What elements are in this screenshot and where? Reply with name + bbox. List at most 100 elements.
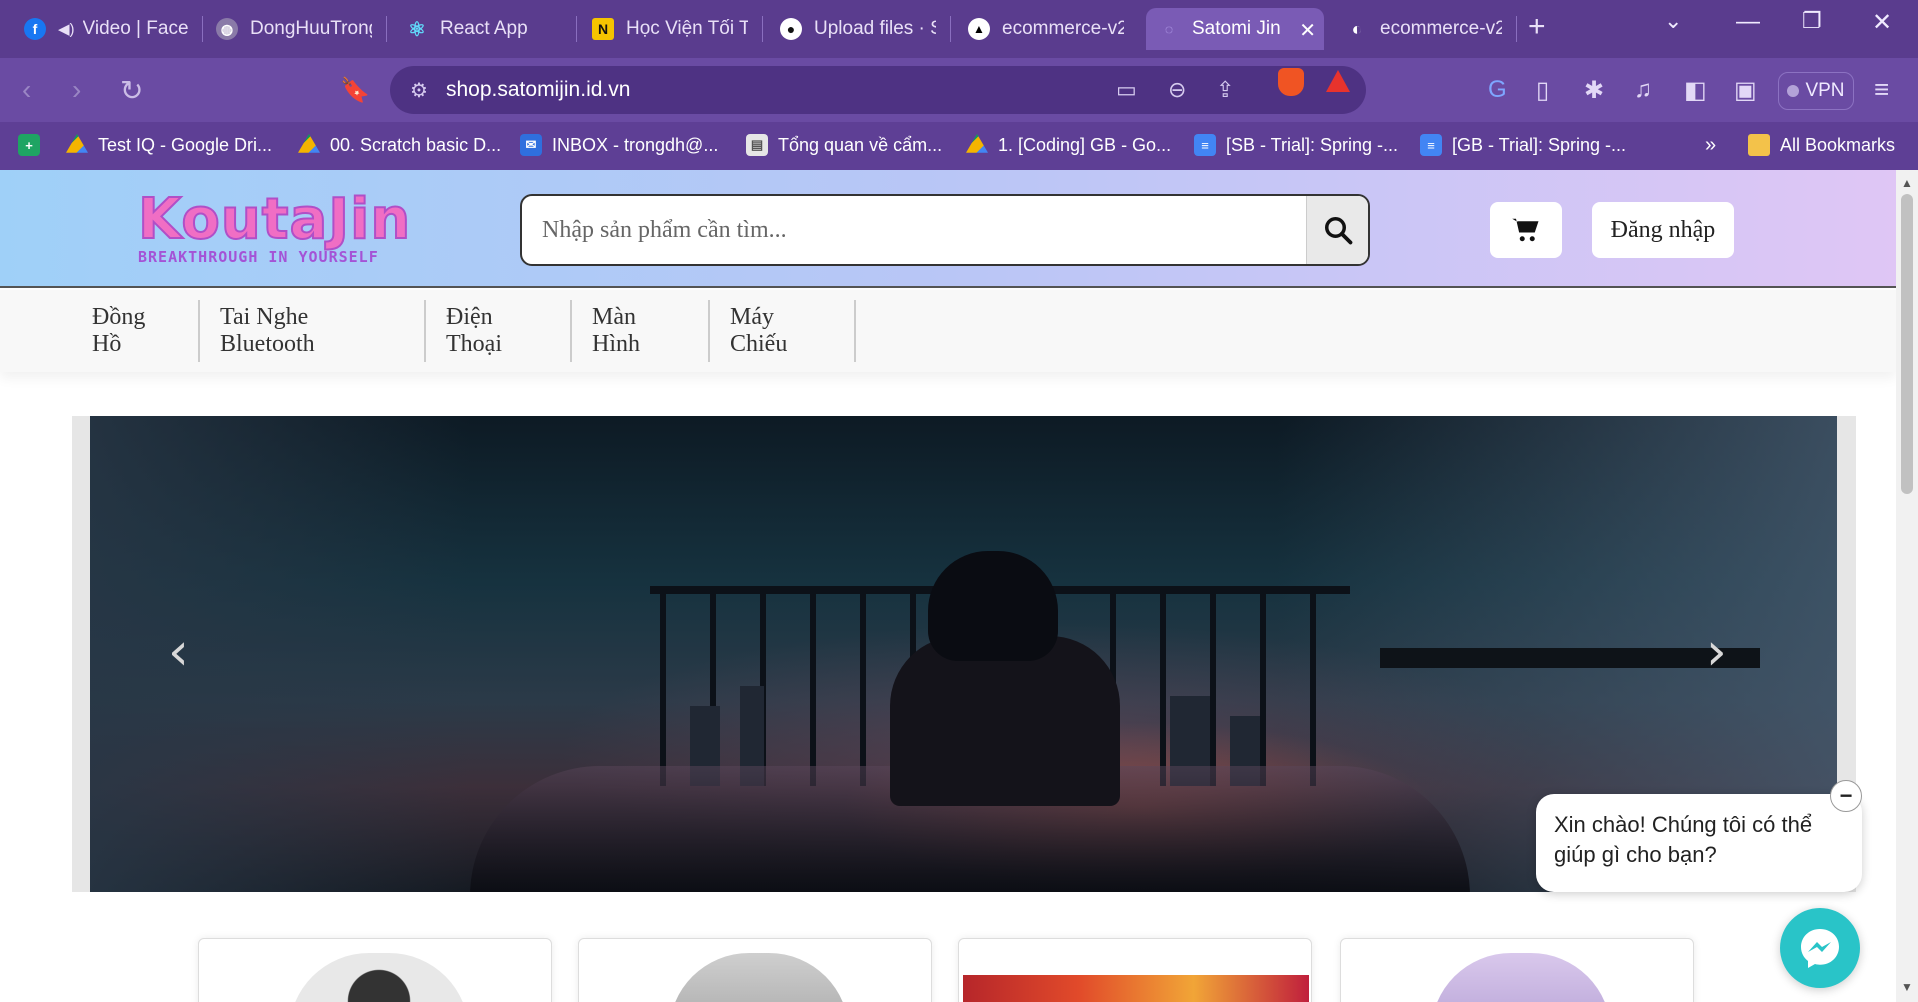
vercel-icon: ▲ — [968, 18, 990, 40]
drive-icon — [298, 134, 320, 153]
tab-donghuutrong[interactable]: ◍ DongHuuTrong — [204, 8, 384, 50]
site-settings-icon[interactable]: ⚙ — [410, 78, 428, 103]
bookmark-item[interactable]: ≡ [SB - Trial]: Spring -... — [1194, 134, 1398, 156]
bookmark-item[interactable]: ≡ [GB - Trial]: Spring -... — [1420, 134, 1626, 156]
url-text[interactable]: shop.satomijin.id.vn — [446, 78, 630, 102]
tab-title: ecommerce-v2 — [1380, 18, 1502, 39]
new-tab-button[interactable]: + — [1528, 10, 1546, 44]
bookmark-sheets[interactable]: + — [18, 134, 50, 156]
product-image — [963, 975, 1309, 1002]
bookmarks-bar: + Test IQ - Google Dri... 00. Scratch ba… — [0, 122, 1918, 170]
tab-video-facebook[interactable]: f ◀) Video | Face — [12, 8, 202, 50]
curtain-left — [90, 416, 470, 892]
category-may-chieu[interactable]: Máy Chiếu — [710, 300, 856, 362]
close-window-icon[interactable]: ✕ — [1872, 8, 1892, 37]
vpn-status-icon — [1787, 85, 1800, 97]
address-bar[interactable]: ⚙ shop.satomijin.id.vn ▭ ⊖ ⇪ — [390, 66, 1366, 114]
share-icon[interactable]: ⇪ — [1216, 77, 1234, 103]
tab-react-app[interactable]: ⚛ React App — [394, 8, 574, 50]
product-card[interactable] — [578, 938, 932, 1002]
brave-shields-icon[interactable] — [1278, 68, 1304, 96]
clipboard-icon: ▤ — [746, 134, 768, 156]
category-dong-ho[interactable]: Đồng Hồ — [72, 300, 200, 362]
tab-ecommerce-vercel[interactable]: ▲ ecommerce-v2 — [956, 8, 1136, 50]
tab-separator — [386, 16, 387, 42]
product-grid — [0, 938, 1896, 1002]
tab-title: DongHuuTrong — [250, 18, 372, 39]
bookmark-label: Test IQ - Google Dri... — [98, 134, 273, 155]
music-icon[interactable]: ♫ — [1634, 76, 1652, 104]
search-bar — [520, 194, 1370, 266]
tab-title: Satomi Jin — [1192, 18, 1281, 39]
tab-upload-files[interactable]: ● Upload files · S — [768, 8, 948, 50]
vpn-label: VPN — [1805, 80, 1845, 101]
scroll-up-icon[interactable]: ▲ — [1901, 176, 1913, 190]
product-card[interactable] — [198, 938, 552, 1002]
translate-icon[interactable]: G — [1488, 76, 1507, 104]
messenger-icon — [1801, 929, 1839, 968]
tab-satomi-jin[interactable]: ◌ Satomi Jin ✕ — [1146, 8, 1324, 50]
cast-icon[interactable]: ▭ — [1116, 77, 1137, 103]
tab-ecommerce-render[interactable]: ◐ ecommerce-v2 — [1334, 8, 1514, 50]
wallet-icon[interactable]: ▣ — [1734, 76, 1757, 105]
tab-separator — [950, 16, 951, 42]
banner-next-button[interactable]: › — [1706, 622, 1727, 682]
tab-title: Upload files · S — [814, 18, 936, 39]
chat-greeting[interactable]: Xin chào! Chúng tôi có thể giúp gì cho b… — [1536, 794, 1862, 892]
site-logo[interactable]: KoutaJin BREAKTHROUGH IN YOURSELF — [137, 187, 412, 267]
scroll-thumb[interactable] — [1901, 194, 1913, 494]
docs-icon: ≡ — [1420, 134, 1442, 156]
table-silhouette — [1380, 648, 1760, 668]
minimize-window-icon[interactable]: — — [1736, 8, 1760, 36]
search-button[interactable] — [1306, 196, 1368, 264]
zoom-icon[interactable]: ⊖ — [1168, 77, 1186, 103]
menu-icon[interactable]: ≡ — [1874, 74, 1889, 105]
all-bookmarks-label: All Bookmarks — [1780, 134, 1896, 155]
page-scrollbar[interactable]: ▲ ▼ — [1896, 170, 1918, 1002]
forward-icon[interactable]: › — [72, 74, 81, 106]
banner-prev-button[interactable]: ‹ — [168, 622, 189, 682]
category-man-hinh[interactable]: Màn Hình — [572, 300, 710, 362]
bookmark-icon[interactable]: 🔖 — [340, 76, 370, 105]
login-button[interactable]: Đăng nhập — [1592, 202, 1734, 258]
folder-icon — [1748, 134, 1770, 156]
category-dien-thoai[interactable]: Điện Thoại — [426, 300, 572, 362]
bookmark-item[interactable]: 1. [Coding] GB - Go... — [966, 134, 1171, 156]
restore-window-icon[interactable]: ❐ — [1802, 8, 1822, 34]
product-image — [1431, 953, 1611, 1002]
back-icon[interactable]: ‹ — [22, 74, 31, 106]
product-card[interactable] — [958, 938, 1312, 1002]
category-tai-nghe-bluetooth[interactable]: Tai Nghe Bluetooth — [200, 300, 426, 362]
web-page: KoutaJin BREAKTHROUGH IN YOURSELF Đăng n… — [0, 170, 1896, 1002]
bookmark-label: [GB - Trial]: Spring -... — [1452, 134, 1627, 155]
all-bookmarks-button[interactable]: All Bookmarks — [1748, 134, 1895, 156]
search-input[interactable] — [522, 196, 1308, 264]
tab-search-chevron-icon[interactable]: ⌄ — [1664, 8, 1682, 34]
cart-button[interactable] — [1490, 202, 1562, 258]
tab-hoc-vien[interactable]: N Học Viện Tối Th — [580, 8, 760, 50]
figure-body-silhouette — [890, 636, 1120, 806]
phone-extension-icon[interactable]: ▯ — [1536, 76, 1549, 105]
bookmark-item[interactable]: 00. Scratch basic D... — [298, 134, 501, 156]
extensions-icon[interactable]: ✱ — [1584, 76, 1604, 105]
bookmark-item[interactable]: ▤ Tổng quan về cẩm... — [746, 134, 942, 156]
globe-icon: ◍ — [216, 18, 238, 40]
brave-rewards-icon[interactable] — [1326, 70, 1350, 92]
messenger-button[interactable] — [1780, 908, 1860, 988]
reload-icon[interactable]: ↻ — [120, 74, 143, 107]
bookmark-item[interactable]: ✉ INBOX - trongdh@... — [520, 134, 718, 156]
bookmark-label: 00. Scratch basic D... — [330, 134, 502, 155]
tab-title: ecommerce-v2 — [1002, 18, 1124, 39]
chat-minimize-button[interactable]: − — [1830, 780, 1862, 812]
mail-icon: ✉ — [520, 134, 542, 156]
logo-text: KoutaJin — [137, 187, 412, 252]
product-card[interactable] — [1340, 938, 1694, 1002]
more-bookmarks-button[interactable]: » — [1705, 134, 1716, 157]
sidebar-icon[interactable]: ◧ — [1684, 76, 1707, 105]
cart-icon — [1512, 218, 1539, 242]
spinner-icon: ◌ — [1164, 21, 1174, 37]
close-icon[interactable]: ✕ — [1299, 18, 1316, 43]
bookmark-item[interactable]: Test IQ - Google Dri... — [66, 134, 272, 156]
scroll-down-icon[interactable]: ▼ — [1901, 980, 1913, 994]
vpn-button[interactable]: VPN — [1778, 72, 1854, 110]
